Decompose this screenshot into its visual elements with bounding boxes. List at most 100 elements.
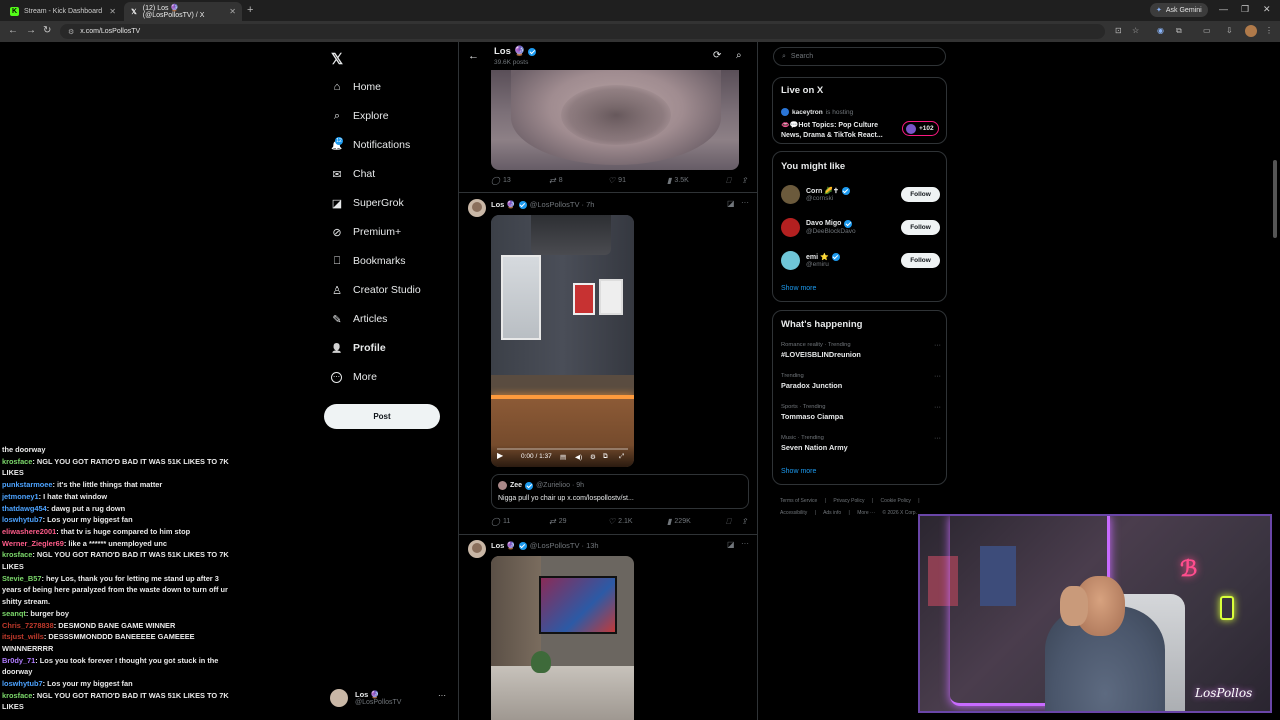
chat-username[interactable]: krosface xyxy=(2,691,32,700)
repost-button[interactable]: ⇄ 29 xyxy=(549,517,567,526)
chat-username[interactable]: punkstarmoee xyxy=(2,480,53,489)
tweet-time[interactable]: · 7h xyxy=(581,200,594,209)
volume-icon[interactable]: ◀) xyxy=(575,453,582,461)
bookmark-button[interactable]: ⎕ xyxy=(726,517,734,527)
new-tab-button[interactable]: + xyxy=(247,4,253,16)
chat-username[interactable]: loswhytub7 xyxy=(2,679,43,688)
fullscreen-icon[interactable]: ⤢ xyxy=(619,453,624,461)
footer-link[interactable]: Terms of Service xyxy=(780,498,817,504)
live-host[interactable]: kaceytron is hosting xyxy=(781,108,853,116)
reply-button[interactable]: ◯ 13 xyxy=(491,176,511,185)
trend-more-icon[interactable]: ··· xyxy=(934,342,941,349)
install-icon[interactable]: ⊡ xyxy=(1115,26,1122,35)
bookmark-button[interactable]: ⎕ xyxy=(726,176,734,186)
tweet-time[interactable]: · 13h xyxy=(581,541,598,550)
tweet-image[interactable] xyxy=(491,70,739,170)
post-button[interactable]: Post xyxy=(324,404,440,429)
maximize-icon[interactable]: ❐ xyxy=(1241,4,1249,15)
tweet-more-icon[interactable]: ··· xyxy=(741,198,749,207)
suggested-user[interactable]: Davo Migo @DeeBlockDavo Follow xyxy=(781,215,941,239)
back-icon[interactable]: ← xyxy=(8,25,18,36)
chat-username[interactable]: Br0dy_71 xyxy=(2,656,35,665)
tweet-video[interactable] xyxy=(491,556,634,720)
menu-icon[interactable]: ⋮ xyxy=(1265,26,1273,35)
grok-icon[interactable]: ◪ xyxy=(727,199,735,208)
chat-username[interactable]: Werner_Ziegler69 xyxy=(2,539,64,548)
views-button[interactable]: ▮ 229K xyxy=(667,517,691,526)
trend-item[interactable]: Music · Trending Seven Nation Army ··· xyxy=(781,435,941,452)
trend-item[interactable]: Romance reality · Trending #LOVEISBLINDr… xyxy=(781,342,941,359)
x-logo-icon[interactable]: 𝕏 xyxy=(331,50,343,68)
follow-button[interactable]: Follow xyxy=(901,220,940,235)
chat-username[interactable]: krosface xyxy=(2,550,32,559)
trend-more-icon[interactable]: ··· xyxy=(934,404,941,411)
tab-kick-dashboard[interactable]: K Stream - Kick Dashboard ✕ xyxy=(4,2,122,21)
captions-icon[interactable]: ▤ xyxy=(560,453,566,461)
chat-username[interactable]: thatdawg454 xyxy=(2,504,47,513)
nav-creator-studio[interactable]: ♙ Creator Studio xyxy=(330,280,421,300)
grok-analyze-icon[interactable]: ⟳ xyxy=(713,50,721,61)
chat-username[interactable]: loswhytub7 xyxy=(2,515,43,524)
nav-premium[interactable]: ⊘ Premium+ xyxy=(330,222,401,242)
follow-button[interactable]: Follow xyxy=(901,187,940,202)
search-icon[interactable]: ⌕ xyxy=(736,50,742,61)
like-button[interactable]: ♡ 91 xyxy=(608,176,626,185)
footer-link[interactable]: Accessibility xyxy=(780,510,807,516)
scrollbar[interactable] xyxy=(1273,160,1277,238)
share-button[interactable]: ⇪ xyxy=(741,176,751,185)
close-window-icon[interactable]: ✕ xyxy=(1263,4,1271,15)
repost-button[interactable]: ⇄ 8 xyxy=(549,176,563,185)
show-more-link[interactable]: Show more xyxy=(781,285,816,292)
trend-more-icon[interactable]: ··· xyxy=(934,435,941,442)
search-input[interactable]: ⌕ Search xyxy=(773,47,946,66)
views-button[interactable]: ▮ 3.5K xyxy=(667,176,689,185)
author-name[interactable]: Los 🔮 xyxy=(491,541,516,550)
footer-link[interactable]: More ··· xyxy=(857,510,875,516)
site-info-icon[interactable]: ⚙ xyxy=(68,28,74,36)
nav-articles[interactable]: ✎ Articles xyxy=(330,309,387,329)
footer-link[interactable]: Cookie Policy xyxy=(881,498,911,504)
chat-username[interactable]: seanqt xyxy=(2,609,26,618)
trend-more-icon[interactable]: ··· xyxy=(934,373,941,380)
grok-icon[interactable]: ◪ xyxy=(727,540,735,549)
suggested-user[interactable]: emi ⭐ @emiru Follow xyxy=(781,248,941,272)
minimize-icon[interactable]: — xyxy=(1219,4,1228,14)
nav-home[interactable]: ⌂ Home xyxy=(330,77,381,97)
author-handle[interactable]: @LosPollosTV xyxy=(530,541,580,550)
show-more-link[interactable]: Show more xyxy=(781,468,816,475)
nav-profile[interactable]: 👤 Profile xyxy=(330,338,385,358)
downloads-icon[interactable]: ⇩ xyxy=(1226,26,1233,35)
nav-chat[interactable]: ✉ Chat xyxy=(330,164,375,184)
avatar[interactable] xyxy=(468,199,486,217)
nav-bookmarks[interactable]: ⎕ Bookmarks xyxy=(330,251,406,271)
trend-item[interactable]: Sports · Trending Tommaso Ciampa ··· xyxy=(781,404,941,421)
video-progress-bar[interactable] xyxy=(497,448,628,450)
forward-icon[interactable]: → xyxy=(26,25,36,36)
avatar[interactable] xyxy=(468,540,486,558)
profile-avatar[interactable] xyxy=(1245,25,1257,37)
nav-explore[interactable]: ⌕ Explore xyxy=(330,106,389,126)
puzzle-icon[interactable]: ⧉ xyxy=(1176,26,1182,36)
sidepanel-icon[interactable]: ▭ xyxy=(1203,26,1211,35)
reply-button[interactable]: ◯ 11 xyxy=(491,517,510,526)
author-handle[interactable]: @LosPollosTV xyxy=(530,200,580,209)
chat-username[interactable]: eliwashere2001 xyxy=(2,527,56,536)
ask-gemini-button[interactable]: ✦ Ask Gemini xyxy=(1150,3,1208,17)
nav-supergrok[interactable]: ◪ SuperGrok xyxy=(330,193,404,213)
url-input[interactable]: ⚙ x.com/LosPollosTV xyxy=(60,24,1105,39)
suggested-user[interactable]: Corn 🌽✝ @cornski Follow xyxy=(781,182,941,206)
nav-more[interactable]: ⋯ More xyxy=(330,367,377,387)
footer-link[interactable]: Privacy Policy xyxy=(833,498,864,504)
account-switcher[interactable]: Los 🔮 @LosPollosTV ··· xyxy=(330,687,450,709)
live-space-title[interactable]: 👄💬Hot Topics: Pop Culture News, Drama & … xyxy=(781,121,896,140)
chat-username[interactable]: jetmoney1 xyxy=(2,492,39,501)
account-more-icon[interactable]: ··· xyxy=(438,691,446,700)
quoted-tweet[interactable]: Zee @Zurielioo · 9h Nigga pull yo chair … xyxy=(491,474,749,509)
chat-username[interactable]: Chris_7278838 xyxy=(2,621,54,630)
tweet-more-icon[interactable]: ··· xyxy=(741,539,749,548)
chat-username[interactable]: itsjust_wills xyxy=(2,632,44,641)
like-button[interactable]: ♡ 2.1K xyxy=(608,517,633,526)
chat-username[interactable]: krosface xyxy=(2,457,32,466)
share-button[interactable]: ⇪ xyxy=(741,517,751,526)
chat-username[interactable]: Stevie_B57 xyxy=(2,574,41,583)
